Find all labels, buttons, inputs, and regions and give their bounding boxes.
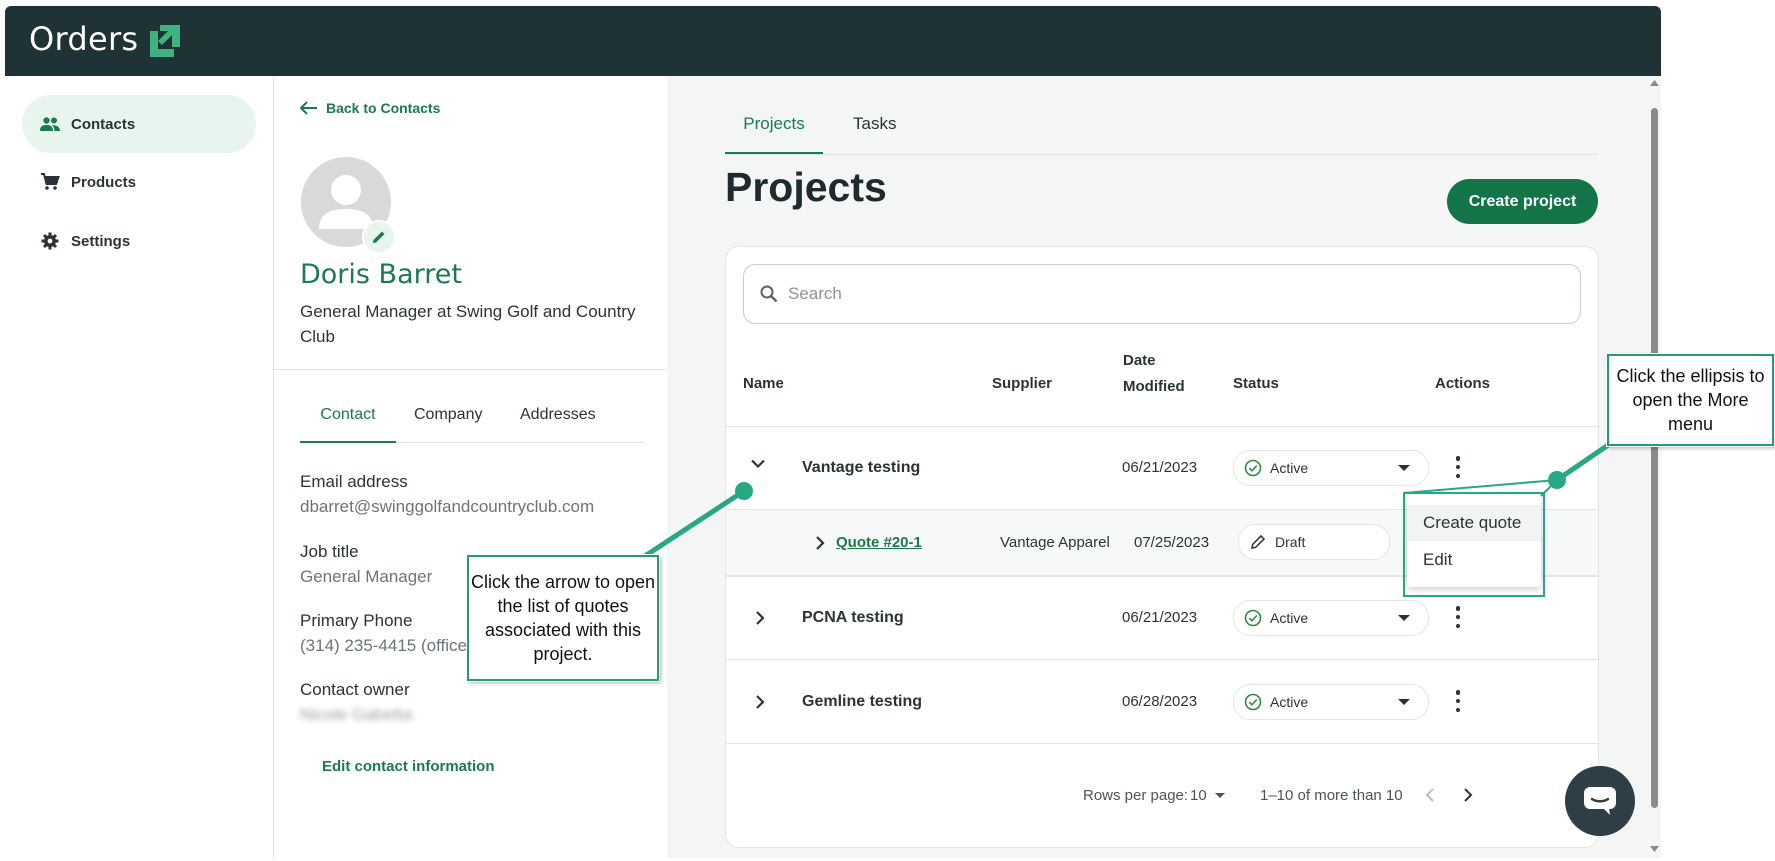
callout-arrow-instruction: Click the arrow to open the list of quot… — [467, 555, 659, 681]
callout-connectors — [643, 434, 1622, 559]
callout-text: Click the ellipsis to open the More menu — [1616, 366, 1765, 434]
callout-dot — [735, 482, 753, 500]
callout-ellipsis-instruction: Click the ellipsis to open the More menu — [1607, 354, 1774, 446]
callout-text: Click the arrow to open the list of quot… — [470, 572, 656, 664]
